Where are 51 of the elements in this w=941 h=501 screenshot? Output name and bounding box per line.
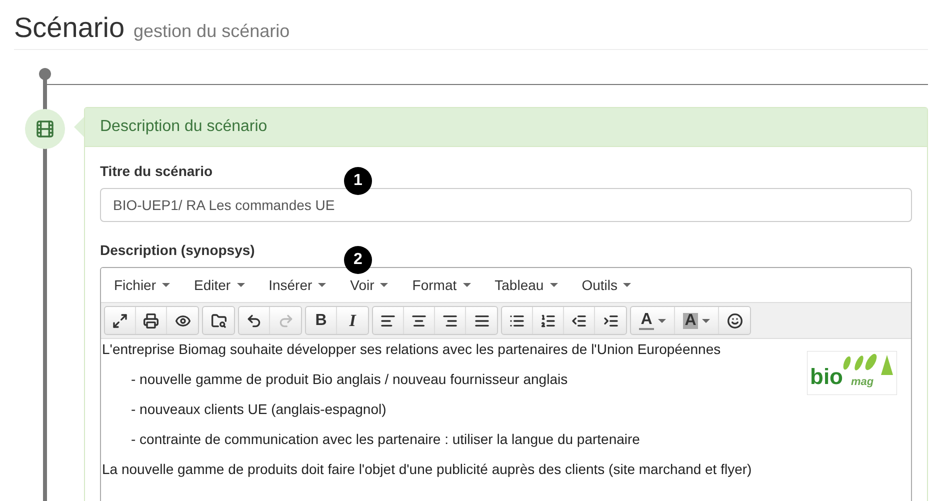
fullscreen-icon [112,312,128,328]
caret-icon [658,318,666,322]
number-badge: 2 [344,246,372,274]
align-justify-icon [474,312,490,328]
timeline-dot [39,68,51,80]
print-icon [143,312,159,328]
italic-button[interactable]: I [337,307,368,334]
menu-item[interactable]: Editer [185,277,254,293]
description-paragraph: La nouvelle gamme de produits doit faire l'objet d'une publicité auprès des clients (site marchand et flyer) [102,460,752,479]
caret-icon [623,283,632,287]
align-right-icon [442,312,458,328]
description-paragraph: L'entreprise Biomag souhaite développer ses relations avec les partenaires de l'Union Européennes [102,340,721,359]
caret-icon [462,283,471,287]
film-icon [35,119,55,139]
panel-title: Description du scénario [85,108,927,147]
bold-button[interactable]: B [306,307,337,334]
caret-icon [702,318,710,322]
description-paragraph: - contrainte de communication avec les partenaire : utiliser la langue du partenaire [130,430,640,449]
menu-item[interactable]: Insérer [260,277,336,293]
numbers-icon [540,312,556,328]
field-label: Description (synopsys) [100,242,255,258]
caret-icon [380,283,388,287]
menu-item[interactable]: Format [403,277,480,293]
preview-icon [174,312,190,328]
text-color-button[interactable]: A [631,307,675,334]
align-center-icon [411,312,427,328]
align-left-icon [380,312,396,328]
caret-icon [236,283,245,287]
caret-icon [550,283,558,287]
bullets-icon [509,312,525,328]
undo-icon [246,312,262,328]
logo-image: bio mag [807,351,897,395]
indent-icon [602,312,618,328]
caret-icon [162,283,170,287]
title-input[interactable]: BIO-UEP1/ RA Les commandes UE [100,188,912,222]
outdent-icon [571,312,587,328]
menu-item[interactable]: Tableau [486,277,567,293]
redo-icon [278,312,294,328]
menu-item[interactable]: Outils [572,277,640,293]
number-badge: 1 [344,167,372,195]
page-subtitle: gestion du scénario [134,21,290,42]
page-title: Scénario [14,12,125,44]
field-label: Titre du scénario [100,163,213,179]
description-paragraph: - nouveaux clients UE (anglais-espagnol) [130,400,386,419]
search-icon [210,312,226,328]
menu-item[interactable]: Voir [341,277,398,293]
description-paragraph: - nouvelle gamme de produit Bio anglais / nouveau fournisseur anglais [130,370,568,389]
bg-color-button[interactable]: A [675,307,719,334]
menu-item[interactable]: Fichier [105,277,180,293]
caret-icon [318,283,326,287]
emoji-icon [726,312,742,328]
